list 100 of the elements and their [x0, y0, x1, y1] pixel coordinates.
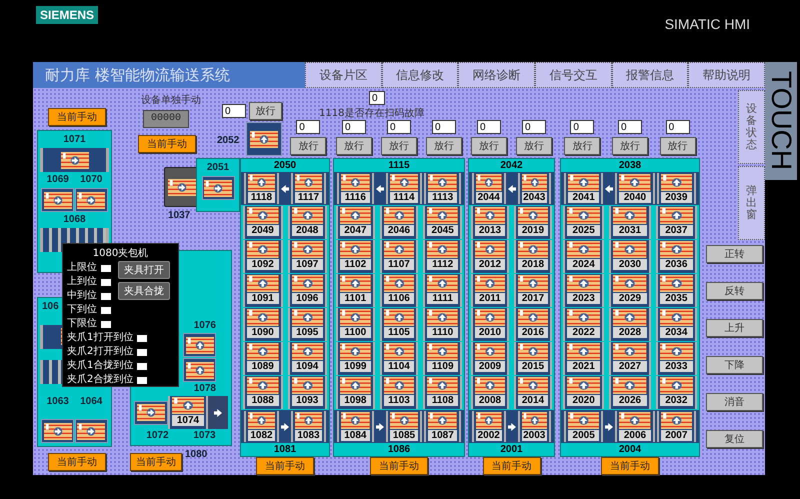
value-field[interactable]: 0: [477, 120, 501, 134]
tray-drawing: [292, 275, 323, 292]
value-field[interactable]: 0: [296, 120, 320, 134]
value-field[interactable]: 0: [432, 120, 456, 134]
release-button[interactable]: 放行: [564, 137, 600, 155]
tray-drawing: [619, 412, 651, 429]
tray-drawing: [340, 309, 371, 326]
side-tab[interactable]: 设备状态: [738, 90, 765, 164]
nav-button[interactable]: 信号交互: [535, 62, 612, 88]
control-button[interactable]: 上升: [706, 319, 763, 337]
station-number: 1097: [292, 259, 323, 270]
popup-button[interactable]: 夹具打开: [118, 261, 170, 279]
mode-button[interactable]: 当前手动: [138, 135, 196, 153]
release-button[interactable]: 放行: [290, 137, 326, 155]
tray-drawing: [247, 343, 278, 360]
tray-drawing: [248, 174, 275, 191]
station-number: 2051: [206, 162, 230, 174]
indicator-light: [137, 376, 148, 384]
mode-button[interactable]: 当前手动: [48, 453, 106, 471]
tray-drawing: [660, 377, 693, 394]
release-button[interactable]: 放行: [426, 137, 462, 155]
arrow-icon: [376, 422, 384, 430]
tray-drawing: [613, 275, 647, 292]
value-field[interactable]: 0: [618, 120, 642, 134]
mode-button[interactable]: 当前手动: [130, 453, 182, 471]
station-number: 2032: [660, 395, 693, 406]
station-number: 2028: [613, 327, 647, 338]
release-button[interactable]: 放行: [660, 137, 696, 155]
mode-button[interactable]: 当前手动: [48, 108, 106, 126]
tray-drawing: [475, 309, 505, 326]
tray-drawing: [475, 207, 505, 224]
tray-drawing: [384, 377, 414, 394]
popup-button[interactable]: 夹具合拢: [118, 282, 170, 300]
tray-drawing: [613, 207, 647, 224]
station-number: 2023: [567, 293, 600, 304]
tray-drawing: [186, 336, 214, 354]
signal-label: 上到位: [67, 276, 97, 288]
tray-drawing: [567, 377, 600, 394]
release-button[interactable]: 放行: [612, 137, 648, 155]
tray-drawing: [567, 309, 600, 326]
indicator-light: [137, 334, 148, 342]
station-number: 2011: [475, 293, 505, 304]
nav-button[interactable]: 网络诊断: [458, 62, 536, 88]
tray-drawing: [172, 397, 204, 414]
station-number: 2016: [518, 327, 548, 338]
control-button[interactable]: 反转: [706, 282, 763, 300]
nav-button[interactable]: 帮助说明: [688, 62, 766, 88]
station-number: 2008: [475, 395, 505, 406]
tray-drawing: [475, 377, 505, 394]
tray-drawing: [390, 412, 418, 429]
tray-drawing: [340, 241, 371, 258]
arrow-icon: [508, 184, 516, 192]
tray-drawing: [340, 343, 371, 360]
tray-drawing: [518, 343, 548, 360]
section-label: 2042: [499, 159, 524, 172]
station-number: 1082: [248, 430, 275, 441]
tray-drawing: [660, 343, 693, 360]
release-button[interactable]: 放行: [249, 102, 282, 120]
value-field[interactable]: 0: [387, 120, 411, 134]
value-field[interactable]: 0: [222, 104, 246, 118]
tray-drawing: [341, 412, 370, 429]
nav-button[interactable]: 设备片区: [305, 62, 382, 88]
value-field[interactable]: 0: [570, 120, 594, 134]
station-number: 2035: [660, 293, 693, 304]
value-field[interactable]: 0: [522, 120, 546, 134]
station-number: 1069: [46, 174, 69, 186]
station-number: 1083: [295, 430, 322, 441]
value-field[interactable]: 0: [666, 120, 690, 134]
value-field[interactable]: 0: [342, 120, 366, 134]
release-button[interactable]: 放行: [381, 137, 417, 155]
side-tab[interactable]: 弹出窗: [738, 166, 765, 240]
station-number: 1095: [292, 327, 323, 338]
station-number: 2040: [619, 192, 651, 203]
tray-drawing: [340, 207, 371, 224]
control-button[interactable]: 消音: [706, 393, 763, 411]
nav-button[interactable]: 报警信息: [612, 62, 688, 88]
tray-drawing: [660, 207, 693, 224]
station-number: 1090: [247, 327, 278, 338]
mode-button[interactable]: 当前手动: [370, 457, 428, 475]
value-field[interactable]: 0: [369, 91, 385, 105]
control-button[interactable]: 复位: [706, 430, 763, 448]
mode-button[interactable]: 当前手动: [256, 457, 314, 475]
nav-button[interactable]: 信息修改: [382, 62, 458, 88]
section-label: 2004: [618, 443, 642, 456]
control-button[interactable]: 正转: [706, 245, 763, 263]
release-button[interactable]: 放行: [336, 137, 372, 155]
mode-button[interactable]: 当前手动: [482, 457, 540, 475]
release-button[interactable]: 放行: [471, 137, 507, 155]
tray-drawing: [427, 377, 458, 394]
mode-button[interactable]: 当前手动: [601, 457, 659, 475]
tray-drawing: [518, 275, 548, 292]
arrow-icon: [281, 184, 289, 192]
tray-drawing: [567, 241, 600, 258]
tray-drawing: [292, 309, 323, 326]
station-number: 1089: [247, 361, 278, 372]
station-number: 2045: [427, 225, 458, 236]
station-number: 2031: [613, 225, 647, 236]
release-button[interactable]: 放行: [516, 137, 552, 155]
station-number: 2009: [475, 361, 505, 372]
control-button[interactable]: 下降: [706, 356, 763, 374]
